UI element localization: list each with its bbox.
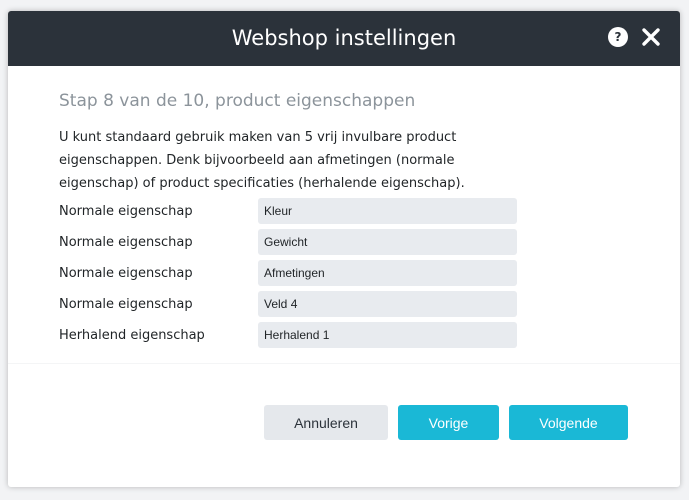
property-field-1[interactable] xyxy=(258,198,517,224)
step-description: U kunt standaard gebruik maken van 5 vri… xyxy=(59,130,465,191)
property-label-4: Normale eigenschap xyxy=(59,297,193,312)
dialog-titlebar: Webshop instellingen ? xyxy=(8,11,680,66)
step-subtitle: Stap 8 van de 10, product eigenschappen xyxy=(59,91,416,111)
property-label-1: Normale eigenschap xyxy=(59,204,193,219)
property-field-5[interactable] xyxy=(258,322,517,348)
property-label-2: Normale eigenschap xyxy=(59,235,193,250)
dialog-title: Webshop instellingen xyxy=(231,26,457,50)
footer-divider xyxy=(8,363,680,364)
property-field-2[interactable] xyxy=(258,229,517,255)
property-field-4[interactable] xyxy=(258,291,517,317)
cancel-button[interactable]: Annuleren xyxy=(264,405,388,440)
webshop-settings-dialog: Webshop instellingen ? Stap 8 van de 10,… xyxy=(8,11,680,487)
next-button[interactable]: Volgende xyxy=(509,405,628,440)
property-label-5: Herhalend eigenschap xyxy=(59,328,205,343)
previous-button[interactable]: Vorige xyxy=(398,405,499,440)
close-icon[interactable] xyxy=(639,25,663,49)
help-icon[interactable]: ? xyxy=(608,27,628,47)
property-field-3[interactable] xyxy=(258,260,517,286)
property-label-3: Normale eigenschap xyxy=(59,266,193,281)
